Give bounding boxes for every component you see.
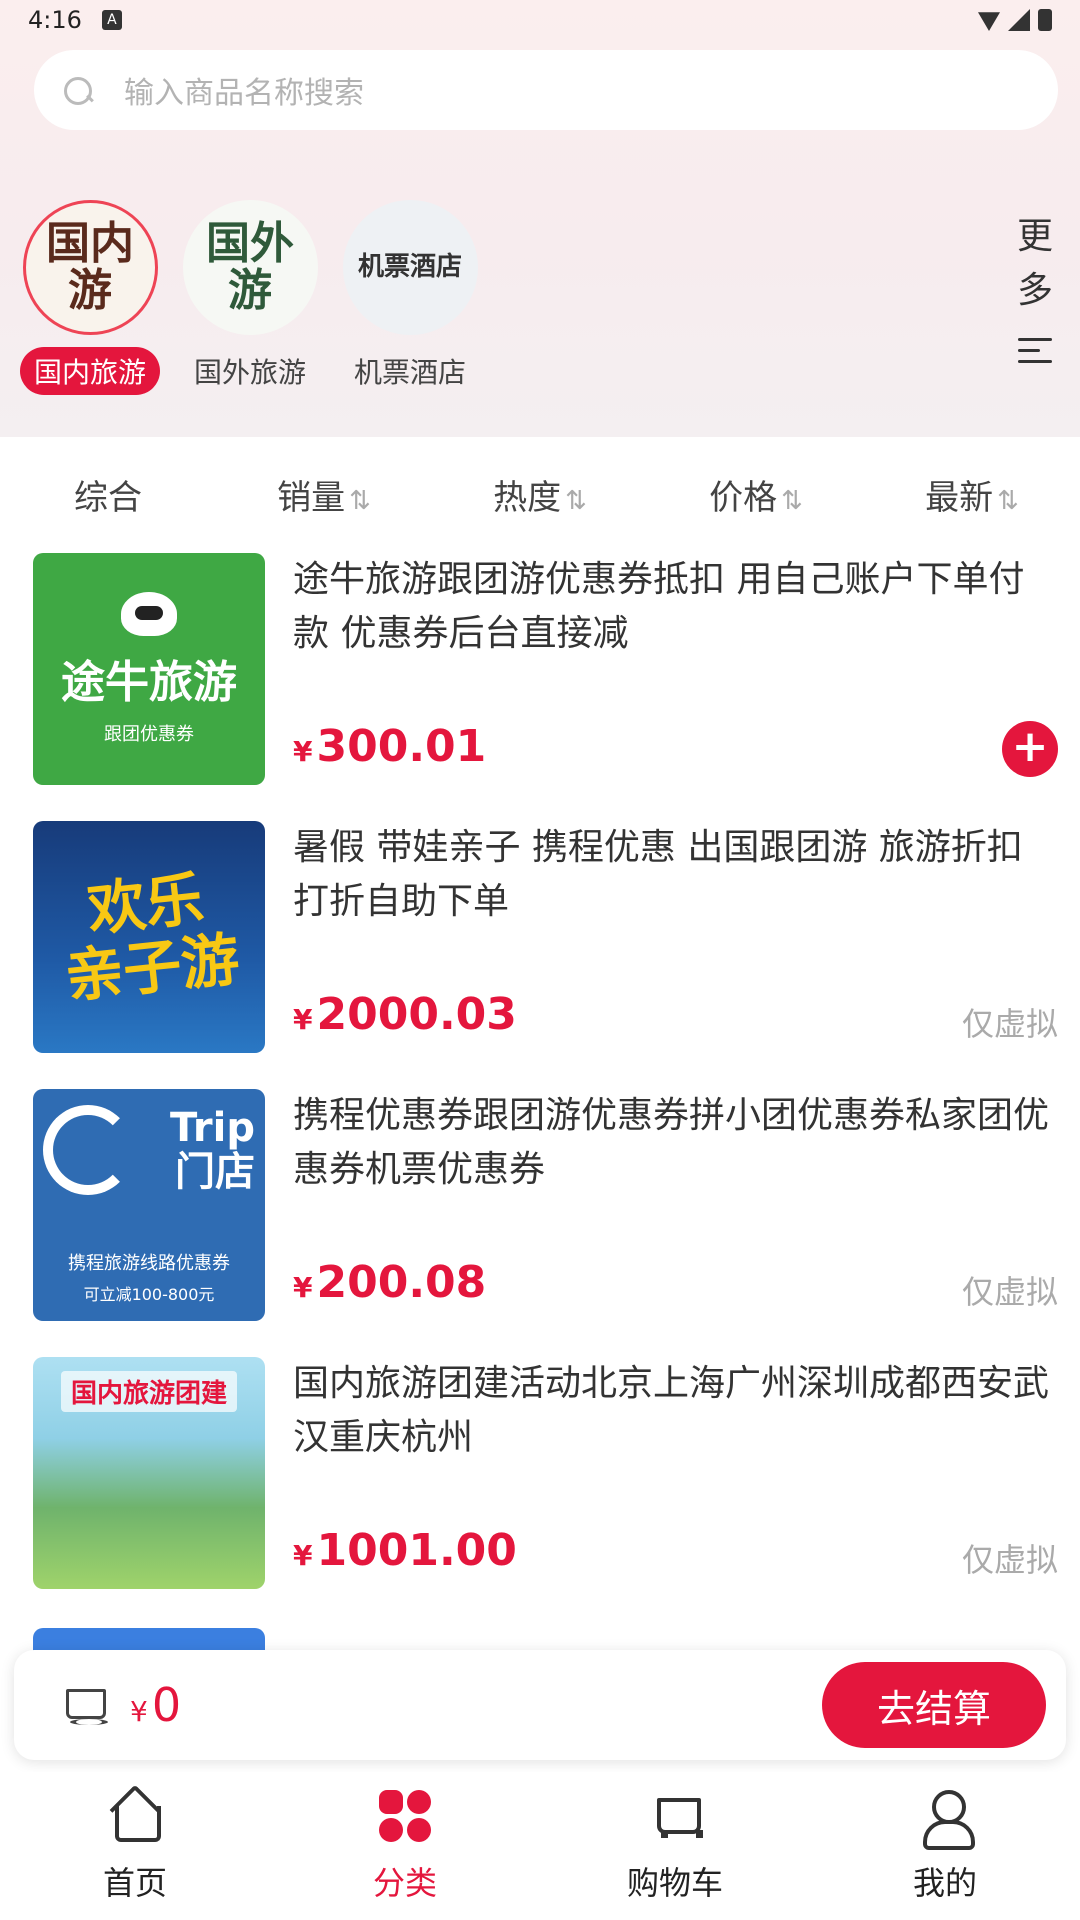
add-to-cart-button[interactable]: + — [1002, 721, 1058, 777]
image-sub-text: 可立减100-800元 — [83, 1285, 215, 1304]
dolphin-logo-icon — [43, 1105, 133, 1195]
product-image: Trip 门店 携程旅游线路优惠券 可立减100-800元 — [33, 1089, 265, 1321]
grid-icon — [377, 1788, 433, 1844]
virtual-only-badge: 仅虚拟 — [961, 1005, 1058, 1043]
category-flight-hotel-image: 机票酒店 — [342, 200, 478, 335]
more-label-2: 多 — [1016, 270, 1053, 311]
category-label: 机票酒店 — [354, 356, 467, 389]
product-price: ¥1001.00 — [293, 1525, 517, 1576]
category-overseas-travel[interactable]: 国外 游 国外旅游 — [180, 200, 320, 395]
sort-arrow-icon: ⇅ — [997, 486, 1019, 516]
product-item[interactable]: 途牛旅游 跟团优惠券 途牛旅游跟团游优惠券抵扣 用自己账户下单付款 优惠券后台直… — [0, 553, 1080, 821]
sort-sales[interactable]: 销量 ⇅ — [216, 470, 432, 519]
product-title: 暑假 带娃亲子 携程优惠 出国跟团游 旅游折扣 打折自助下单 — [293, 827, 1023, 922]
cart-icon — [647, 1788, 703, 1844]
more-label-1: 更 — [1016, 216, 1053, 257]
category-domestic-travel-image: 国内 游 — [22, 200, 158, 335]
image-sub-text: 携程旅游线路优惠券 — [68, 1253, 230, 1274]
sort-comprehensive[interactable]: 综合 — [0, 470, 216, 519]
search-input[interactable]: 输入商品名称搜索 — [34, 50, 1058, 130]
product-price: ¥300.01 — [293, 721, 487, 772]
tab-category[interactable]: 分类 — [270, 1772, 540, 1920]
sort-label: 价格 — [709, 478, 778, 518]
checkout-button[interactable]: 去结算 — [822, 1662, 1046, 1748]
tab-label: 我的 — [912, 1864, 977, 1902]
sort-arrow-icon: ⇅ — [781, 486, 803, 516]
product-list: 途牛旅游 跟团优惠券 途牛旅游跟团游优惠券抵扣 用自己账户下单付款 优惠券后台直… — [0, 553, 1080, 1625]
category-strip: 国内 游 国内旅游 国外 游 国外旅游 机票酒店 机票酒店 — [20, 200, 480, 395]
product-image: 途牛旅游 跟团优惠券 — [33, 553, 265, 785]
product-title: 携程优惠券跟团游优惠券拼小团优惠券私家团优惠券机票优惠券 — [293, 1095, 1050, 1190]
product-item[interactable]: 国内旅游团建 国内旅游团建活动北京上海广州深圳成都西安武汉重庆杭州 ¥1001.… — [0, 1357, 1080, 1625]
category-overseas-travel-image: 国外 游 — [182, 200, 318, 335]
product-price: ¥2000.03 — [293, 989, 517, 1040]
product-title: 途牛旅游跟团游优惠券抵扣 用自己账户下单付款 优惠券后台直接减 — [293, 559, 1025, 654]
sort-label: 销量 — [277, 478, 346, 518]
product-item[interactable]: 欢乐 亲子游 暑假 带娃亲子 携程优惠 出国跟团游 旅游折扣 打折自助下单 ¥2… — [0, 821, 1080, 1089]
product-title: 国内旅游团建活动北京上海广州深圳成都西安武汉重庆杭州 — [293, 1363, 1050, 1458]
status-bar: 4:16 A — [0, 0, 1080, 40]
battery-icon — [1038, 9, 1052, 31]
home-icon — [107, 1788, 163, 1844]
image-brand-text: 途牛旅游 — [61, 657, 237, 708]
search-placeholder: 输入商品名称搜索 — [124, 76, 364, 111]
image-brand-text: 欢乐 亲子游 — [62, 864, 243, 1011]
sort-price[interactable]: 价格 ⇅ — [648, 470, 864, 519]
image-tag-text: 国内旅游团建 — [60, 1371, 237, 1412]
wifi-icon — [978, 12, 1000, 31]
status-icons — [978, 9, 1052, 31]
search-icon — [64, 75, 94, 105]
product-image: 欢乐 亲子游 — [33, 821, 265, 1053]
category-label: 国内旅游 — [20, 347, 161, 395]
sort-newest[interactable]: 最新 ⇅ — [864, 470, 1080, 519]
sort-label: 热度 — [493, 478, 562, 518]
filter-icon — [1018, 336, 1052, 366]
image-sub-text: 跟团优惠券 — [104, 724, 194, 745]
sort-bar: 综合 销量 ⇅ 热度 ⇅ 价格 ⇅ 最新 ⇅ — [0, 470, 1080, 519]
status-time: 4:16 — [28, 6, 82, 34]
tab-cart[interactable]: 购物车 — [540, 1772, 810, 1920]
sort-label: 综合 — [74, 478, 142, 518]
signal-icon — [1008, 9, 1030, 31]
product-item[interactable]: Trip 门店 携程旅游线路优惠券 可立减100-800元 携程优惠券跟团游优惠… — [0, 1089, 1080, 1357]
user-icon — [917, 1788, 975, 1850]
cow-logo-icon — [121, 592, 177, 636]
product-price: ¥200.08 — [293, 1257, 487, 1308]
category-domestic-travel[interactable]: 国内 游 国内旅游 — [20, 200, 161, 395]
more-categories-button[interactable]: 更 多 — [1010, 210, 1060, 366]
sort-popularity[interactable]: 热度 ⇅ — [432, 470, 648, 519]
tab-label: 购物车 — [626, 1864, 723, 1902]
cart-icon[interactable] — [60, 1683, 108, 1727]
notification-icon: A — [101, 10, 122, 30]
category-label: 国外旅游 — [194, 356, 307, 389]
tab-label: 分类 — [372, 1864, 437, 1902]
cart-summary-bar: ¥0 去结算 — [14, 1650, 1066, 1760]
tab-home[interactable]: 首页 — [0, 1772, 270, 1920]
virtual-only-badge: 仅虚拟 — [961, 1541, 1058, 1579]
sort-arrow-icon: ⇅ — [349, 486, 371, 516]
bottom-tab-bar: 首页 分类 购物车 我的 — [0, 1772, 1080, 1920]
cart-total: ¥0 — [130, 1678, 182, 1732]
image-brand-text: Trip 门店 — [170, 1105, 255, 1195]
category-flight-hotel[interactable]: 机票酒店 机票酒店 — [340, 200, 480, 395]
sort-arrow-icon: ⇅ — [565, 486, 587, 516]
tab-mine[interactable]: 我的 — [810, 1772, 1080, 1920]
product-image: 国内旅游团建 — [33, 1357, 265, 1589]
sort-label: 最新 — [925, 478, 994, 518]
tab-label: 首页 — [102, 1864, 167, 1902]
virtual-only-badge: 仅虚拟 — [961, 1273, 1058, 1311]
